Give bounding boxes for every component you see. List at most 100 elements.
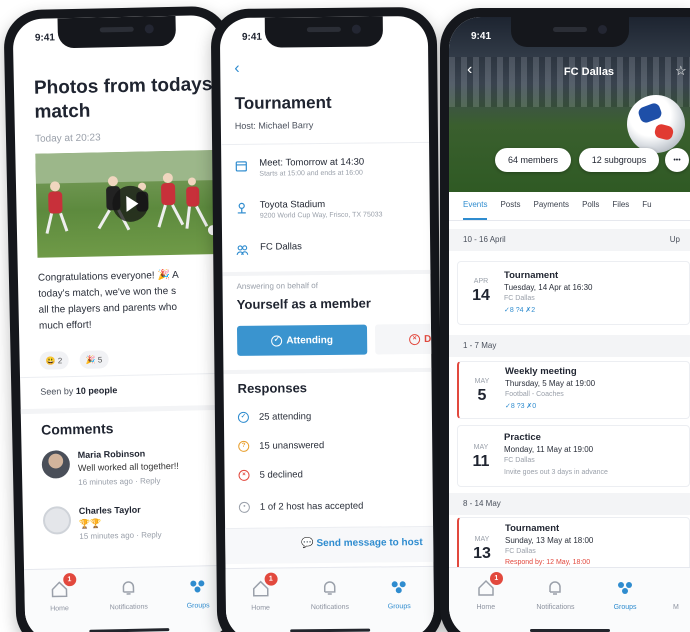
tab-bar: 1 Home Notifications Groups <box>24 564 234 632</box>
group-name: FC Dallas <box>260 241 302 253</box>
calendar-icon <box>235 161 247 172</box>
tab-groups[interactable]: Groups <box>364 577 434 632</box>
reaction-smile[interactable]: 😃 2 <box>39 351 69 370</box>
tab-groups-label: Groups <box>186 602 210 610</box>
response-declined[interactable]: × 5 declined <box>238 469 303 481</box>
home-badge: 1 <box>264 572 278 586</box>
meet-title: Meet: Tomorrow at 14:30 <box>259 156 365 169</box>
bell-icon <box>118 578 138 598</box>
tab-home[interactable]: 1 Home <box>226 572 296 632</box>
week-section: 1 - 7 May <box>449 335 690 357</box>
members-pill[interactable]: 64 members <box>495 148 571 172</box>
upcoming-link[interactable]: Up <box>670 235 680 244</box>
phone-event: 9:41 ‹ Tournament Host: Michael Barry Me… <box>210 6 444 632</box>
comment-meta[interactable]: 16 minutes ago · Reply <box>78 476 160 487</box>
event-month: MAY <box>473 444 489 451</box>
comment-meta[interactable]: 15 minutes ago · Reply <box>79 530 161 541</box>
tab-more-label: M <box>673 604 679 611</box>
status-time: 9:41 <box>34 32 56 44</box>
tab-groups-label: Groups <box>387 603 411 611</box>
notch <box>57 15 177 49</box>
avatar[interactable] <box>42 506 72 535</box>
event-when: Sunday, 13 May at 18:00 <box>505 536 594 545</box>
response-unanswered[interactable]: ? 15 unanswered <box>238 440 324 452</box>
divider <box>223 367 432 375</box>
event-stats: ✓8 ?4 ✗2 <box>504 307 536 314</box>
home-icon: 1 <box>476 572 503 598</box>
tab-home[interactable]: 1 Home <box>453 572 519 632</box>
attending-button[interactable]: ✓ Attending <box>236 324 368 356</box>
tab-events[interactable]: Events <box>463 200 488 220</box>
avatar[interactable] <box>41 450 71 479</box>
attending-label: Attending <box>286 334 334 346</box>
event-day: 5 <box>477 387 487 404</box>
send-message-button[interactable]: 💬 Send message to host <box>301 537 422 549</box>
response-text: 15 unanswered <box>259 440 325 452</box>
event-month: APR <box>473 278 489 285</box>
home-indicator <box>290 628 371 632</box>
tab-groups-label: Groups <box>613 604 637 611</box>
post-title-line1: Photos from todays <box>33 74 213 99</box>
response-host[interactable]: • 1 of 2 host has accepted <box>238 500 364 513</box>
tab-fu[interactable]: Fu <box>642 200 651 220</box>
event-deadline: Respond by: 12 May, 18:00 <box>505 559 591 566</box>
decline-button[interactable]: × De <box>374 323 435 355</box>
comment-author[interactable]: Maria Robinson <box>78 449 146 460</box>
event-title: Weekly meeting <box>505 366 577 377</box>
status-time: 9:41 <box>471 31 492 42</box>
match-photo[interactable] <box>35 149 226 258</box>
venue-row[interactable]: Toyota Stadium 9200 World Cup Way, Frisc… <box>236 198 430 228</box>
question-circle-icon: ? <box>238 440 250 452</box>
groups-icon <box>188 576 208 596</box>
chat-icon: 💬 <box>301 538 314 550</box>
response-text: 1 of 2 host has accepted <box>259 500 364 513</box>
divider <box>449 220 690 221</box>
comment-author[interactable]: Charles Taylor <box>79 505 141 516</box>
check-circle-icon: ✓ <box>271 334 283 347</box>
more-icon[interactable]: ••• <box>665 148 689 172</box>
group-tabs: Events Posts Payments Polls Files Fu <box>463 200 690 220</box>
tab-notifications[interactable]: Notifications <box>523 578 589 632</box>
divider <box>20 372 228 379</box>
check-circle-icon: ✓ <box>237 411 249 423</box>
divider <box>20 404 229 415</box>
star-icon[interactable]: ☆ <box>675 63 687 79</box>
tab-groups[interactable]: Groups <box>592 578 658 632</box>
answering-who[interactable]: Yourself as a member <box>237 296 371 312</box>
event-title: Practice <box>504 432 541 443</box>
response-attending[interactable]: ✓ 25 attending <box>237 411 311 423</box>
phone-post: 9:41 Photos from todays match Today at 2… <box>3 5 243 632</box>
responses-header: Responses <box>237 380 308 396</box>
reaction-party[interactable]: 🎉 5 <box>79 350 109 369</box>
event-card[interactable]: APR 14 Tournament Tuesday, 14 Apr at 16:… <box>457 261 690 325</box>
divider <box>221 141 430 146</box>
tab-notifications[interactable]: Notifications <box>295 578 365 632</box>
subgroups-pill[interactable]: 12 subgroups <box>579 148 659 172</box>
event-when: Tuesday, 14 Apr at 16:30 <box>504 283 593 292</box>
event-host: Host: Michael Barry <box>234 120 314 131</box>
x-circle-icon: × <box>409 333 421 345</box>
event-card[interactable]: MAY 5 Weekly meeting Thursday, 5 May at … <box>457 361 690 419</box>
group-title: FC Dallas <box>563 66 615 78</box>
tab-polls[interactable]: Polls <box>582 200 599 220</box>
seen-by[interactable]: Seen by 10 people <box>40 385 117 397</box>
tab-files[interactable]: Files <box>612 200 629 220</box>
phone-group: 9:41 ‹ FC Dallas ☆ 64 members 12 subgrou… <box>440 8 690 632</box>
send-message-label: Send message to host <box>316 537 423 550</box>
week-label: 8 - 14 May <box>463 499 501 508</box>
event-card[interactable]: MAY 11 Practice Monday, 11 May at 19:00 … <box>457 425 690 487</box>
tab-home[interactable]: 1 Home <box>24 573 95 632</box>
week-section: 8 - 14 May <box>449 493 690 515</box>
event-title: Tournament <box>234 92 332 113</box>
answering-label: Answering on behalf of <box>236 281 318 291</box>
tab-more[interactable]: M <box>662 578 690 632</box>
meet-subtitle: Starts at 15:00 and ends at 16:00 <box>259 169 363 178</box>
group-row[interactable]: FC Dallas <box>236 240 430 262</box>
back-button[interactable]: ‹ <box>234 60 240 78</box>
tab-posts[interactable]: Posts <box>500 200 520 220</box>
event-month: MAY <box>474 378 490 385</box>
post-title-line2: match <box>34 100 91 123</box>
tab-payments[interactable]: Payments <box>533 200 569 220</box>
dot-circle-icon: • <box>238 501 250 513</box>
tab-notifications[interactable]: Notifications <box>94 577 165 632</box>
